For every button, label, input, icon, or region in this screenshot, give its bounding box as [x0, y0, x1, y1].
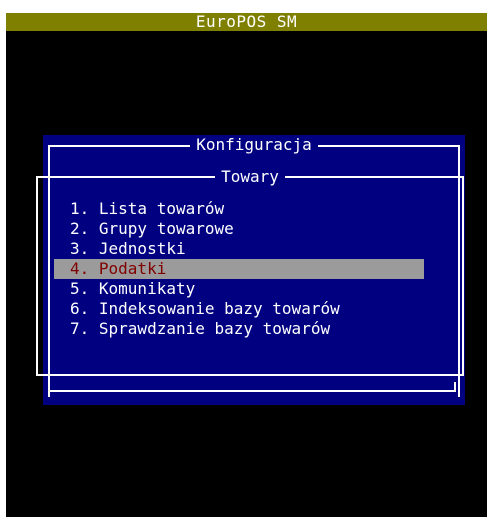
towary-menu: 1. Lista towarów 2. Grupy towarowe 3. Je…: [54, 199, 424, 339]
menu-item-lista-towarow[interactable]: 1. Lista towarów: [54, 199, 424, 219]
app-title-bar: EuroPOS SM: [6, 13, 487, 31]
dialog-title: Konfiguracja: [43, 135, 465, 155]
menu-item-grupy-towarowe[interactable]: 2. Grupy towarowe: [54, 219, 424, 239]
menu-item-podatki[interactable]: 4. Podatki: [54, 259, 424, 279]
menu-item-indeksowanie-bazy[interactable]: 6. Indeksowanie bazy towarów: [54, 299, 424, 319]
menu-item-komunikaty[interactable]: 5. Komunikaty: [54, 279, 424, 299]
terminal-screen: EuroPOS SM Konfiguracja Towary 1. Lista …: [6, 13, 487, 517]
submenu-title: Towary: [38, 167, 462, 187]
dialog-outer-bottom-border: [48, 382, 456, 392]
app-title: EuroPOS SM: [195, 12, 298, 31]
menu-item-sprawdzanie-bazy[interactable]: 7. Sprawdzanie bazy towarów: [54, 319, 424, 339]
menu-item-jednostki[interactable]: 3. Jednostki: [54, 239, 424, 259]
